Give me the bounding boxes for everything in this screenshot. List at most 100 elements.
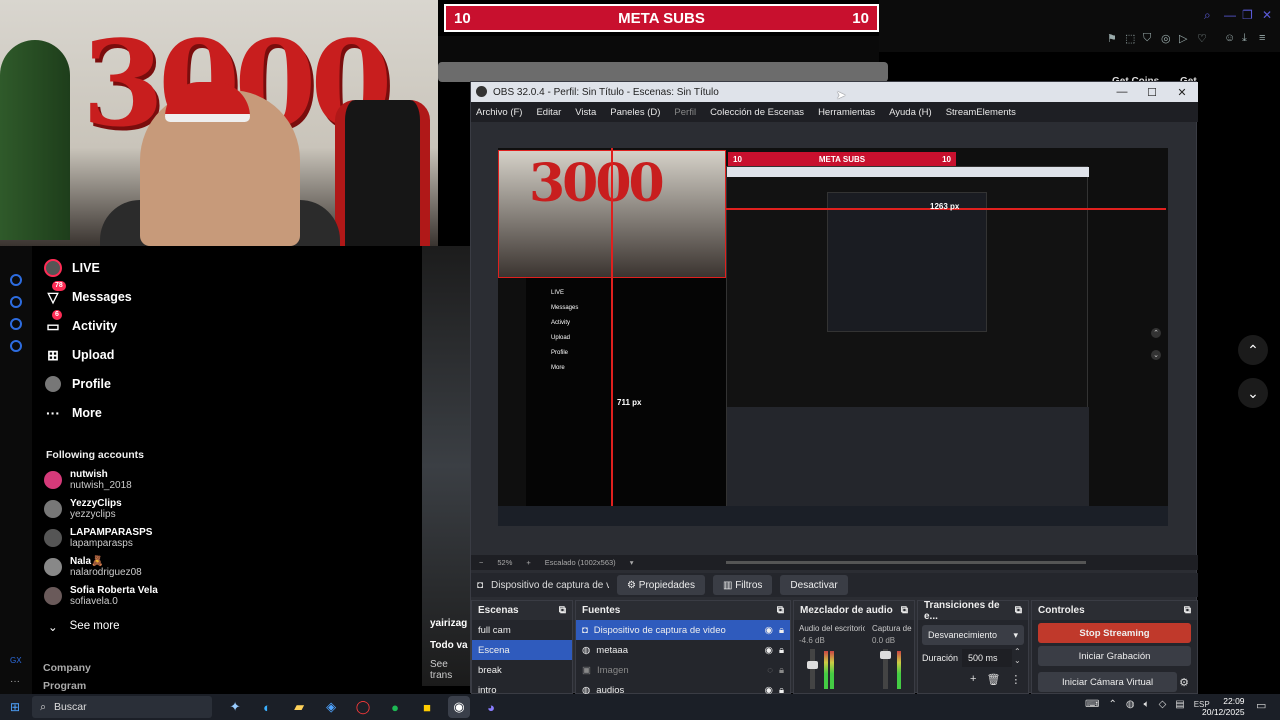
source-item[interactable]: ◘ Dispositivo de captura de video ◉ 🔒︎: [576, 620, 790, 640]
hide-icon[interactable]: ◎: [1161, 32, 1171, 45]
rail-icon-3[interactable]: [10, 318, 22, 330]
chevron-up-icon[interactable]: ⌃: [1238, 335, 1268, 365]
dock-float-icon[interactable]: ⧉: [901, 605, 908, 616]
dock-float-icon[interactable]: ⧉: [1015, 605, 1022, 616]
nav-more[interactable]: ··· More: [44, 401, 102, 425]
footer-program[interactable]: Program: [43, 680, 86, 692]
spotify-icon[interactable]: ●: [384, 696, 406, 718]
obs-titlebar[interactable]: OBS 32.0.4 - Perfil: Sin Título - Escena…: [471, 82, 1198, 102]
add-icon[interactable]: +: [970, 673, 976, 686]
speaker-icon[interactable]: 🔈︎: [1144, 699, 1150, 710]
plus-icon[interactable]: +: [526, 558, 530, 567]
taskbar-search[interactable]: ⌕ Buscar: [32, 696, 213, 718]
close-icon[interactable]: ✕: [1167, 82, 1197, 102]
restore-icon[interactable]: ❐: [1242, 8, 1253, 22]
shield-icon[interactable]: ⛉: [1143, 32, 1151, 45]
account-item[interactable]: LAPAMPARASPS lapamparasps: [44, 527, 152, 549]
volume-slider[interactable]: [880, 649, 891, 689]
scene-item[interactable]: full cam: [472, 620, 572, 640]
bookmark-icon[interactable]: ⚑: [1107, 32, 1117, 45]
file-explorer-icon[interactable]: ▰: [288, 696, 310, 718]
gear-icon[interactable]: ⚙: [1179, 676, 1189, 689]
tray-app-icon[interactable]: ◍: [1126, 699, 1135, 710]
account-item[interactable]: YezzyClips yezzyclips: [44, 498, 122, 520]
eye-icon[interactable]: ◉: [765, 625, 773, 636]
volume-slider[interactable]: [807, 649, 818, 689]
lock-icon[interactable]: 🔒︎: [779, 645, 784, 656]
notification-icon[interactable]: ▭: [1256, 699, 1266, 712]
sticky-notes-icon[interactable]: ■: [416, 696, 438, 718]
menu-streamelements[interactable]: StreamElements: [946, 107, 1016, 118]
filters-button[interactable]: ▥ Filtros: [712, 575, 773, 595]
scene-item[interactable]: break: [472, 660, 572, 680]
properties-button[interactable]: ⚙ Propiedades: [617, 575, 705, 595]
see-more-button[interactable]: ⌄ See more: [48, 620, 120, 634]
account-item[interactable]: Nala🧸 nalarodriguez08: [44, 556, 142, 578]
dock-float-icon[interactable]: ⧉: [559, 605, 566, 616]
nav-activity[interactable]: ▭ 6 Activity: [44, 310, 117, 338]
slider-handle[interactable]: [807, 661, 818, 669]
eye-hidden-icon[interactable]: ◌: [767, 665, 773, 676]
opera-icon[interactable]: ◯: [352, 696, 374, 718]
chevron-down-icon[interactable]: ▾: [630, 558, 634, 567]
start-recording-button[interactable]: Iniciar Grabación: [1038, 646, 1191, 666]
chevron-up-icon[interactable]: ⌃: [1108, 699, 1116, 710]
chevron-down-icon[interactable]: ⌄: [1238, 378, 1268, 408]
copilot-icon[interactable]: ✦: [224, 696, 246, 718]
account-icon[interactable]: ☺: [1224, 32, 1235, 44]
minus-icon[interactable]: −: [479, 558, 483, 567]
menu-herramientas[interactable]: Herramientas: [818, 107, 875, 118]
nav-messages[interactable]: ▽ 78 Messages: [44, 281, 132, 309]
network-icon[interactable]: ▤: [1175, 699, 1184, 710]
discord-icon[interactable]: ◕: [480, 696, 502, 718]
preview-scroll-up-icon[interactable]: ⌃: [1151, 328, 1161, 338]
dock-float-icon[interactable]: ⧉: [777, 605, 784, 616]
close-icon[interactable]: ✕: [1262, 8, 1272, 22]
menu-icon[interactable]: ≡: [1259, 32, 1265, 44]
settings-icon[interactable]: [10, 340, 22, 352]
play-icon[interactable]: ▷: [1179, 32, 1187, 45]
scale-select[interactable]: Escalado (1002x563): [545, 558, 616, 567]
menu-ayuda[interactable]: Ayuda (H): [889, 107, 932, 118]
clock[interactable]: 22:09 20/12/2025: [1202, 696, 1245, 718]
transition-select[interactable]: Desvanecimiento ▾: [922, 625, 1024, 645]
source-item[interactable]: ◍ metaaa ◉ 🔒︎: [576, 640, 790, 660]
nav-upload[interactable]: ⊞ Upload: [44, 343, 114, 367]
tray-app2-icon[interactable]: ◇: [1159, 699, 1167, 710]
start-virtual-camera-button[interactable]: Iniciar Cámara Virtual: [1038, 672, 1178, 692]
minimize-icon[interactable]: —: [1107, 82, 1137, 102]
keyboard-icon[interactable]: ⌨: [1085, 699, 1099, 710]
rail-more-icon[interactable]: ···: [10, 676, 20, 687]
more-vertical-icon[interactable]: ⋮: [1010, 673, 1021, 686]
download-icon[interactable]: ⤓: [1242, 32, 1247, 45]
menu-archivo[interactable]: Archivo (F): [476, 107, 522, 118]
see-translation-link[interactable]: See trans: [430, 659, 470, 681]
horizontal-scrollbar[interactable]: [726, 561, 1086, 564]
disable-button[interactable]: Desactivar: [780, 575, 848, 595]
crop-icon[interactable]: ⬚: [1125, 32, 1135, 45]
windows-start-icon[interactable]: ⊞: [10, 700, 20, 714]
lock-icon[interactable]: 🔒︎: [779, 625, 784, 636]
footer-company[interactable]: Company: [43, 662, 91, 674]
store-icon[interactable]: ◈: [320, 696, 342, 718]
menu-editar[interactable]: Editar: [536, 107, 561, 118]
menu-vista[interactable]: Vista: [575, 107, 596, 118]
lock-icon[interactable]: 🔒︎: [779, 665, 784, 676]
menu-paneles[interactable]: Paneles (D): [610, 107, 660, 118]
eye-icon[interactable]: ◉: [765, 645, 773, 656]
trash-icon[interactable]: 🗑︎: [986, 673, 1000, 686]
scene-item-selected[interactable]: Escena: [472, 640, 572, 660]
obs-preview[interactable]: 3000 10 META SUBS 10 LIVE Messages Activ…: [498, 148, 1168, 526]
obs-taskbar-icon[interactable]: ◉: [448, 696, 471, 718]
menu-coleccion[interactable]: Colección de Escenas: [710, 107, 804, 118]
stop-streaming-button[interactable]: Stop Streaming: [1038, 623, 1191, 643]
duration-input[interactable]: 500 ms: [962, 649, 1012, 667]
heart-icon[interactable]: ♡: [1197, 32, 1207, 45]
minimize-icon[interactable]: —: [1224, 8, 1236, 22]
account-item[interactable]: nutwish nutwish_2018: [44, 469, 132, 491]
dock-float-icon[interactable]: ⧉: [1184, 605, 1191, 616]
source-item[interactable]: ▣ Imagen ◌ 🔒︎: [576, 660, 790, 680]
rail-icon-1[interactable]: [10, 274, 22, 286]
nav-profile[interactable]: Profile: [44, 372, 111, 396]
rail-icon-2[interactable]: [10, 296, 22, 308]
